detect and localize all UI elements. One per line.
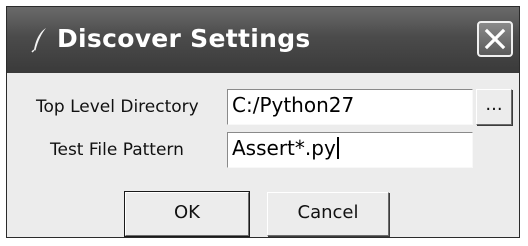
top-level-directory-value: C:/Python27 — [232, 93, 355, 117]
top-level-directory-label: Top Level Directory — [36, 97, 199, 117]
browse-directory-button[interactable]: ... — [476, 89, 512, 125]
title-bar[interactable]: Discover Settings — [7, 7, 519, 73]
ok-button[interactable]: OK — [124, 191, 250, 237]
test-file-pattern-input[interactable]: Assert*.py — [227, 132, 473, 168]
text-caret — [336, 137, 339, 159]
window-title: Discover Settings — [57, 24, 311, 53]
discover-settings-dialog: Discover Settings Top Level Directory C:… — [6, 6, 520, 238]
top-level-directory-input[interactable]: C:/Python27 — [227, 89, 473, 125]
close-icon — [484, 28, 506, 50]
close-button[interactable] — [477, 21, 513, 57]
feather-icon — [31, 28, 46, 53]
test-file-pattern-label: Test File Pattern — [50, 140, 184, 160]
cancel-button[interactable]: Cancel — [267, 192, 389, 236]
test-file-pattern-value: Assert*.py — [232, 136, 336, 160]
